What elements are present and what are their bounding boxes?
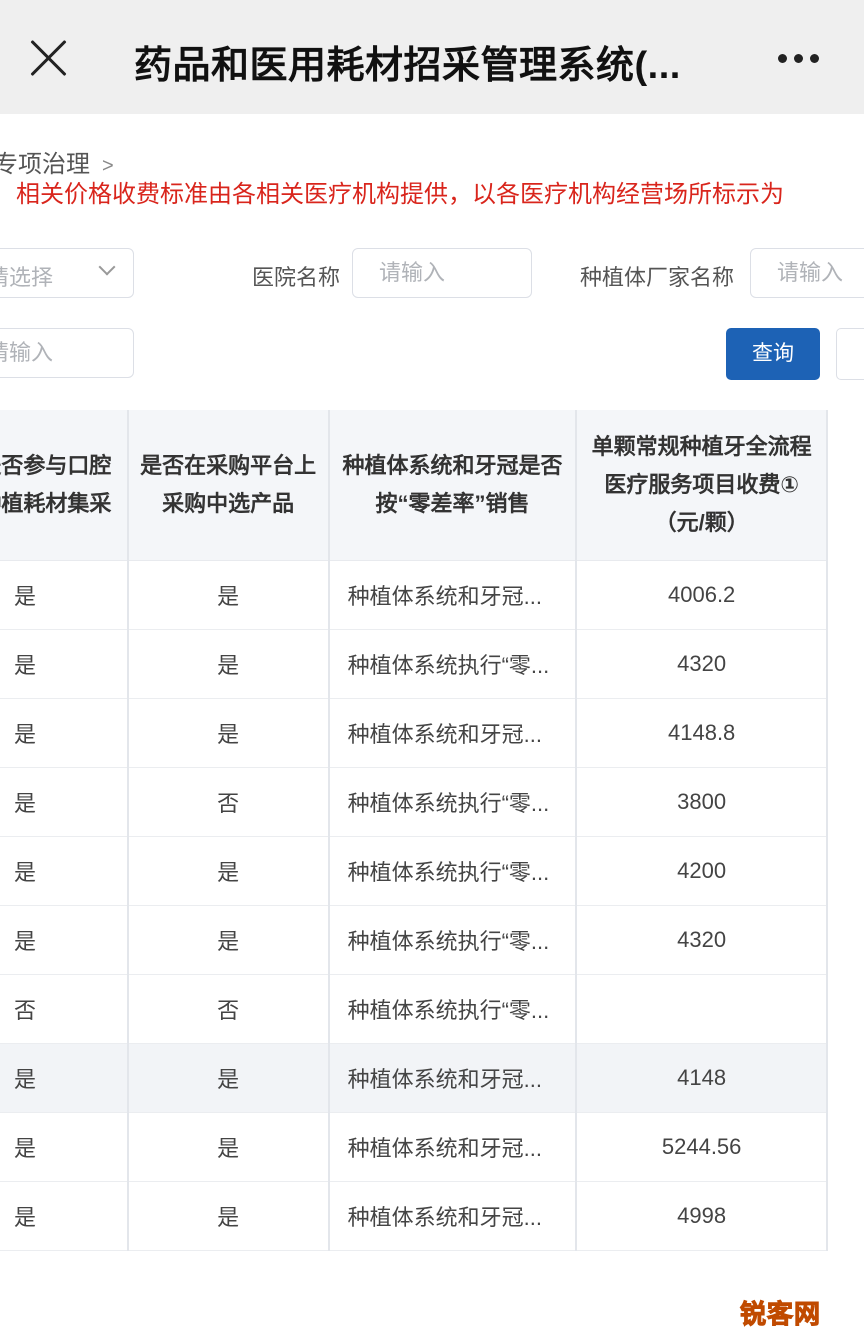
table-row[interactable]: 是是种植体系统执行“零... 4320 [0, 629, 828, 699]
header-joined-procurement: 是否参与口腔种植耗材集采 [0, 410, 129, 561]
table-row[interactable]: 是是种植体系统和牙冠... 4006.2 [0, 560, 828, 630]
hospital-name-input[interactable]: 请输入 [352, 248, 532, 298]
cell-joined-procurement: 否 [0, 974, 129, 1044]
cell-joined-procurement: 是 [0, 560, 129, 630]
table-row[interactable]: 否否种植体系统执行“零... [0, 974, 828, 1044]
cell-zero-markup: 种植体系统和牙冠... [328, 1043, 578, 1113]
cell-zero-markup: 种植体系统和牙冠... [328, 1112, 578, 1182]
cell-service-fee: 4320 [576, 629, 828, 699]
select-placeholder: 请选择 [0, 265, 54, 290]
table-row[interactable]: 是是种植体系统执行“零... 4320 [0, 905, 828, 975]
implant-vendor-label: 种植体厂家名称 [580, 265, 735, 290]
table-row[interactable]: 是是种植体系统和牙冠... 4998 [0, 1181, 828, 1251]
cell-service-fee: 4998 [576, 1181, 828, 1251]
cell-zero-markup: 种植体系统执行“零... [328, 974, 578, 1044]
cell-joined-procurement: 是 [0, 629, 129, 699]
cell-joined-procurement: 是 [0, 1112, 129, 1182]
table-row[interactable]: 是是种植体系统和牙冠... 4148.8 [0, 698, 828, 768]
table-header-row: 是否参与口腔种植耗材集采 是否在采购平台上采购中选产品 种植体系统和牙冠是否按“… [0, 410, 828, 561]
cell-service-fee: 4200 [576, 836, 828, 906]
cell-zero-markup: 种植体系统执行“零... [328, 836, 578, 906]
table-row[interactable]: 是是种植体系统执行“零... 4200 [0, 836, 828, 906]
cell-platform-purchase: 是 [127, 1043, 330, 1113]
header-platform-purchase: 是否在采购平台上采购中选产品 [127, 410, 330, 561]
chevron-down-icon [98, 258, 116, 276]
watermark-logo: 锐客网 [739, 1299, 822, 1330]
cell-joined-procurement: 是 [0, 698, 129, 768]
cell-service-fee: 5244.56 [576, 1112, 828, 1182]
cell-service-fee [576, 974, 828, 1044]
cell-joined-procurement: 是 [0, 1181, 129, 1251]
cell-joined-procurement: 是 [0, 905, 129, 975]
cell-platform-purchase: 否 [127, 767, 330, 837]
table-row[interactable]: 是是种植体系统和牙冠... 4148 [0, 1043, 828, 1113]
cell-platform-purchase: 是 [127, 698, 330, 768]
cell-platform-purchase: 是 [127, 1181, 330, 1251]
table-row[interactable]: 是是种植体系统和牙冠... 5244.56 [0, 1112, 828, 1182]
cell-joined-procurement: 是 [0, 1043, 129, 1113]
cell-service-fee: 4148 [576, 1043, 828, 1113]
app-title: 药品和医用耗材招采管理系统(... [134, 45, 681, 87]
status-select[interactable]: 请选择 [0, 248, 134, 298]
header-service-fee: 单颗常规种植牙全流程医疗服务项目收费①（元/颗） [576, 410, 828, 561]
cell-platform-purchase: 是 [127, 905, 330, 975]
app-bar: 药品和医用耗材招采管理系统(... [0, 0, 864, 114]
page-content: 专项治理> 相关价格收费标准由各相关医疗机构提供，以各医疗机构经营场所标示为 请… [0, 114, 864, 1342]
cell-service-fee: 4006.2 [576, 560, 828, 630]
table-row[interactable]: 是否种植体系统执行“零... 3800 [0, 767, 828, 837]
hospital-name-label: 医院名称 [252, 265, 341, 290]
cell-platform-purchase: 是 [127, 836, 330, 906]
cell-zero-markup: 种植体系统和牙冠... [328, 1181, 578, 1251]
cell-zero-markup: 种植体系统和牙冠... [328, 698, 578, 768]
cell-joined-procurement: 是 [0, 767, 129, 837]
cell-zero-markup: 种植体系统执行“零... [328, 905, 578, 975]
implant-vendor-input[interactable]: 请输入 [750, 248, 864, 298]
results-table: 是否参与口腔种植耗材集采 是否在采购平台上采购中选产品 种植体系统和牙冠是否按“… [0, 410, 828, 1251]
close-icon[interactable] [26, 36, 70, 80]
cell-platform-purchase: 是 [127, 629, 330, 699]
cell-platform-purchase: 是 [127, 560, 330, 630]
reset-button[interactable] [836, 328, 864, 380]
cell-service-fee: 4148.8 [576, 698, 828, 768]
cell-service-fee: 4320 [576, 905, 828, 975]
header-zero-markup: 种植体系统和牙冠是否按“零差率”销售 [328, 410, 578, 561]
cell-zero-markup: 种植体系统和牙冠... [328, 560, 578, 630]
query-button[interactable]: 查询 [726, 328, 820, 380]
price-notice: 相关价格收费标准由各相关医疗机构提供，以各医疗机构经营场所标示为 [16, 181, 784, 208]
cell-platform-purchase: 是 [127, 1112, 330, 1182]
cell-service-fee: 3800 [576, 767, 828, 837]
more-options-icon[interactable] [774, 38, 824, 74]
cell-platform-purchase: 否 [127, 974, 330, 1044]
cell-zero-markup: 种植体系统执行“零... [328, 629, 578, 699]
extra-filter-input[interactable]: 请输入 [0, 328, 134, 378]
cell-joined-procurement: 是 [0, 836, 129, 906]
cell-zero-markup: 种植体系统执行“零... [328, 767, 578, 837]
